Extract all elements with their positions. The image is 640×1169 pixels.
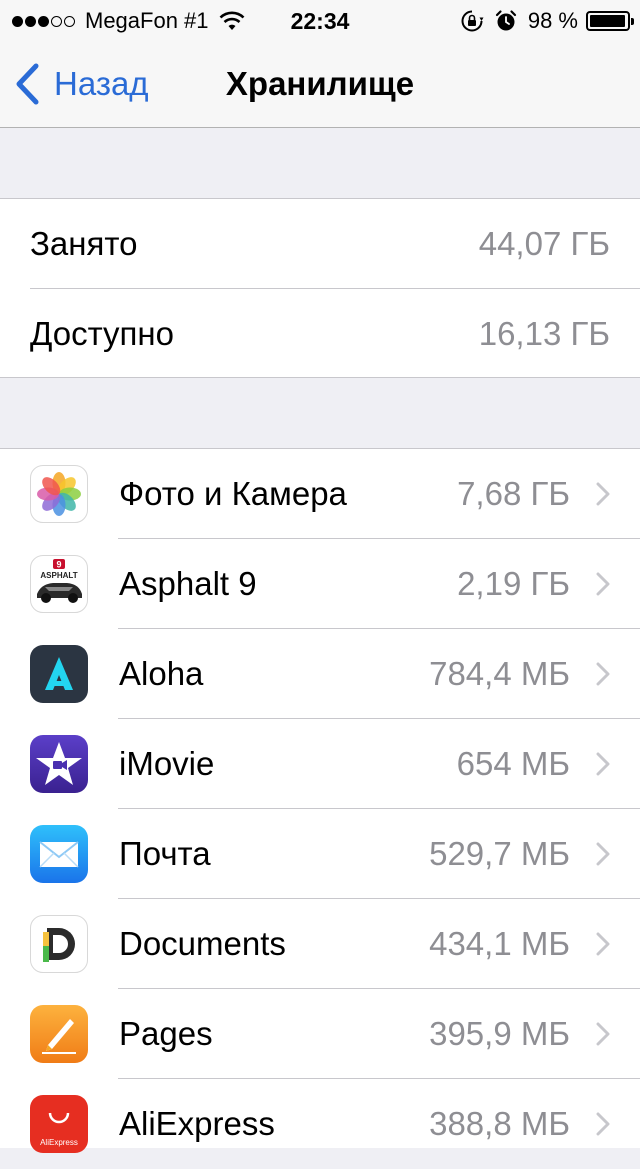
app-row-documents[interactable]: Documents 434,1 МБ [0,899,640,989]
chevron-right-icon [596,1022,610,1046]
app-row-pages[interactable]: Pages 395,9 МБ [0,989,640,1079]
app-name: Pages [119,1015,213,1052]
storage-summary: Занято 44,07 ГБ Доступно 16,13 ГБ [0,198,640,378]
app-size: 434,1 МБ [429,925,570,962]
chevron-right-icon [596,572,610,596]
page-title: Хранилище [225,65,415,102]
app-row-aloha[interactable]: Aloha 784,4 МБ [0,629,640,719]
apps-list: Фото и Камера 7,68 ГБ 9 ASPHALT Asphalt … [0,448,640,1153]
asphalt-icon: 9 ASPHALT [30,555,88,613]
documents-icon [30,915,88,973]
app-size: 7,68 ГБ [457,475,570,512]
summary-row-available: Доступно 16,13 ГБ [0,289,640,379]
chevron-right-icon [596,932,610,956]
battery-icon [586,11,634,31]
app-size: 388,8 МБ [429,1105,570,1142]
aliexpress-icon: AliExpress [30,1095,88,1153]
alarm-icon [495,10,516,31]
status-bar: MegaFon #1 22:34 98 % [0,0,640,40]
app-row-mail[interactable]: Почта 529,7 МБ [0,809,640,899]
navigation-bar: Назад Хранилище [0,40,640,128]
app-name: AliExpress [119,1105,275,1142]
summary-value: 44,07 ГБ [478,225,610,262]
chevron-right-icon [596,752,610,776]
chevron-right-icon [596,1112,610,1136]
mail-icon [30,825,88,883]
app-name: Почта [119,835,211,872]
app-size: 2,19 ГБ [457,565,570,602]
app-row-photos[interactable]: Фото и Камера 7,68 ГБ [0,449,640,539]
app-name: Фото и Камера [119,475,347,512]
summary-label: Занято [30,225,138,262]
app-row-asphalt[interactable]: 9 ASPHALT Asphalt 9 2,19 ГБ [0,539,640,629]
app-name: Documents [119,925,286,962]
asphalt-icon-number: 9 [56,560,61,570]
chevron-right-icon [596,662,610,686]
summary-label: Доступно [30,315,175,352]
summary-row-used: Занято 44,07 ГБ [0,199,640,289]
app-size: 784,4 МБ [429,655,570,692]
app-size: 654 МБ [456,745,570,782]
asphalt-icon-text: ASPHALT [40,571,77,580]
chevron-right-icon [596,842,610,866]
status-right: 98 % [460,6,634,36]
app-row-aliexpress[interactable]: AliExpress AliExpress 388,8 МБ [0,1079,640,1169]
rotation-lock-icon [461,10,484,32]
pages-icon [30,1005,88,1063]
app-name: Aloha [119,655,204,692]
aliexpress-icon-text: AliExpress [40,1138,78,1147]
imovie-icon [30,735,88,793]
app-name: iMovie [119,745,215,782]
aloha-icon [30,645,88,703]
app-size: 395,9 МБ [429,1015,570,1052]
photos-icon [30,465,88,523]
battery-percent: 98 % [527,8,578,33]
app-row-imovie[interactable]: iMovie 654 МБ [0,719,640,809]
app-name: Asphalt 9 [119,565,257,602]
app-size: 529,7 МБ [429,835,570,872]
chevron-right-icon [596,482,610,506]
summary-value: 16,13 ГБ [478,315,610,352]
